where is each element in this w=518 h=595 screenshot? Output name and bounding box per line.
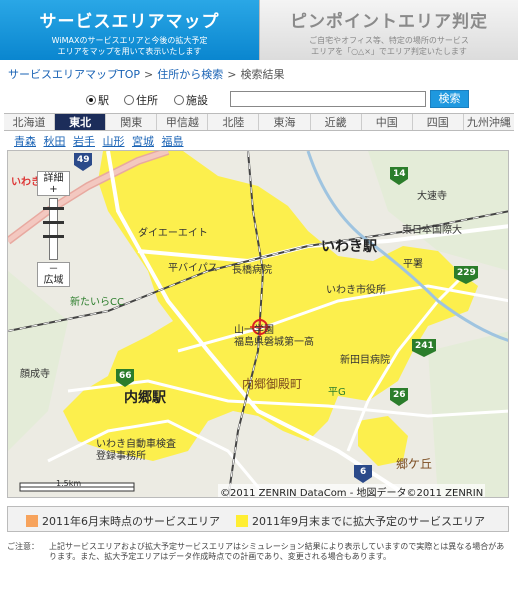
pref-link-miyagi[interactable]: 宮城	[132, 135, 154, 148]
map-label-uchigo-goten: 内郷御殿町	[242, 377, 303, 391]
pref-link-aomori[interactable]: 青森	[14, 135, 36, 148]
zoom-slider-handle[interactable]	[43, 207, 64, 210]
map-label-shintaira-cc: 新たいらCC	[70, 297, 124, 308]
route-number: 49	[77, 155, 90, 165]
route-number: 26	[393, 390, 406, 400]
pref-link-iwate[interactable]: 岩手	[73, 135, 95, 148]
scale-label: 1.5km	[56, 479, 82, 488]
map-label-golf: 平G	[328, 387, 346, 398]
route-number: 241	[415, 341, 434, 351]
map-label-uchigo-station[interactable]: 内郷駅	[124, 387, 166, 407]
radio-label: 駅	[98, 94, 109, 107]
region-tab-hokuriku[interactable]: 北陸	[208, 114, 260, 130]
map-copyright: ©2011 ZENRIN DataCom - 地図データ©2011 ZENRIN	[218, 484, 486, 497]
pref-link-akita[interactable]: 秋田	[44, 135, 66, 148]
region-tab-chugoku[interactable]: 中国	[362, 114, 413, 130]
region-tab-kyushu-okinawa[interactable]: 九州沖縄	[464, 114, 514, 130]
radio-facility[interactable]: 施設	[174, 92, 208, 108]
region-tab-shikoku[interactable]: 四国	[413, 114, 464, 130]
radio-label: 住所	[136, 94, 158, 107]
tab-service-area-map[interactable]: サービスエリアマップ WiMAXのサービスエリアと今後の拡大予定 エリアをマップ…	[0, 0, 259, 60]
search-input[interactable]	[230, 91, 426, 107]
breadcrumb: サービスエリアマップTOP > 住所から検索 > 検索結果	[8, 66, 284, 82]
tab-title: サービスエリアマップ	[39, 12, 220, 32]
legend-item-current: 2011年6月末時点のサービスエリア	[26, 513, 220, 529]
route-number: 229	[457, 268, 476, 278]
map-label-city-hall: いわき市役所	[326, 285, 386, 296]
legend-label: 2011年6月末時点のサービスエリア	[42, 515, 220, 528]
region-tab-kanto[interactable]: 関東	[106, 114, 158, 130]
map-label-daiei: ダイエーエイト	[138, 228, 208, 239]
radio-dot[interactable]	[174, 95, 184, 105]
breadcrumb-separator: >	[144, 68, 154, 81]
map-label-shinden-hospital: 新田目病院	[340, 355, 390, 366]
zoom-slider-tick	[43, 235, 64, 238]
breadcrumb-link-top[interactable]: サービスエリアマップTOP	[8, 68, 140, 81]
map-label-school: 福島県磐城第一高	[234, 337, 314, 348]
breadcrumb-separator: >	[227, 68, 237, 81]
plus-icon: +	[49, 184, 58, 195]
radio-station[interactable]: 駅	[86, 92, 109, 108]
tab-subtitle-line2: エリアをマップを用いて表示いたします	[57, 47, 202, 56]
map-label-university: 東日本国際大	[402, 225, 462, 236]
map-label-police: 平署	[403, 259, 423, 270]
region-tab-tokai[interactable]: 東海	[259, 114, 311, 130]
map-label-nagahashi-hospital: 長橋病院	[232, 265, 272, 276]
zoom-control: 詳細 + － 広域	[37, 171, 70, 289]
zoom-slider-tick	[43, 221, 64, 224]
zoom-out-button[interactable]: － 広域	[37, 262, 70, 287]
legend-swatch-yellow	[236, 515, 248, 527]
route-number: 66	[119, 371, 132, 381]
region-tab-kinki[interactable]: 近畿	[311, 114, 362, 130]
map-label-registration: 登録事務所	[96, 451, 146, 462]
top-tabs: サービスエリアマップ WiMAXのサービスエリアと今後の拡大予定 エリアをマップ…	[0, 0, 518, 60]
zoom-in-label: 詳細	[43, 173, 64, 184]
pref-link-fukushima[interactable]: 福島	[162, 135, 184, 148]
radio-dot[interactable]	[86, 95, 96, 105]
tab-subtitle-line2: エリアを「○△×」でエリア判定いたします	[311, 47, 467, 56]
route-number: 6	[360, 467, 367, 477]
breadcrumb-current: 検索結果	[240, 68, 285, 81]
region-tab-tohoku[interactable]: 東北	[55, 114, 107, 130]
map-label-iwaki-station[interactable]: いわき駅	[321, 236, 377, 256]
note-label: ご注意：	[7, 542, 39, 551]
map-label-kyo-go: 郷ケ丘	[396, 457, 433, 471]
note-text: 上記サービスエリアおよび拡大予定サービスエリアはシミュレーション結果により表示し…	[49, 542, 505, 561]
map-label-temple-2: 顔成寺	[20, 369, 50, 380]
legend: 2011年6月末時点のサービスエリア 2011年9月末までに拡大予定のサービスエ…	[7, 506, 509, 532]
map-label-taira-bypass: 平バイパス	[168, 263, 218, 274]
search-form: 駅 住所 施設 検索	[0, 90, 518, 112]
minus-icon: －	[48, 264, 59, 275]
tab-subtitle-line1: ご自宅やオフィス等、特定の場所のサービス	[309, 36, 469, 45]
tab-pinpoint-area[interactable]: ピンポイントエリア判定 ご自宅やオフィス等、特定の場所のサービス エリアを「○△…	[259, 0, 518, 60]
legend-swatch-orange	[26, 515, 38, 527]
pref-link-yamagata[interactable]: 山形	[103, 135, 125, 148]
legend-item-planned: 2011年9月末までに拡大予定のサービスエリア	[236, 513, 485, 529]
zoom-in-button[interactable]: 詳細 +	[37, 171, 70, 196]
route-number: 14	[393, 169, 406, 179]
legend-label: 2011年9月末までに拡大予定のサービスエリア	[252, 515, 485, 528]
radio-label: 施設	[186, 94, 208, 107]
radio-dot[interactable]	[124, 95, 134, 105]
prefecture-links: 青森 秋田 岩手 山形 宮城 福島	[14, 133, 188, 149]
region-tab-hokkaido[interactable]: 北海道	[4, 114, 56, 130]
search-button[interactable]: 検索	[430, 90, 469, 108]
zoom-out-label: 広域	[43, 275, 64, 286]
breadcrumb-link-address-search[interactable]: 住所から検索	[157, 68, 223, 81]
tab-title: ピンポイントエリア判定	[290, 12, 488, 32]
region-tabs: 北海道 東北 関東 甲信越 北陸 東海 近畿 中国 四国 九州沖縄	[4, 113, 514, 131]
tab-subtitle-line1: WiMAXのサービスエリアと今後の拡大予定	[51, 36, 208, 45]
map-label-temple: 大速寺	[417, 191, 447, 202]
radio-address[interactable]: 住所	[124, 92, 158, 108]
region-tab-koshinetsu[interactable]: 甲信越	[157, 114, 209, 130]
coverage-map[interactable]: 49 66 6 26 229 241 14 いわき駅 内郷駅 いわき市役所 平バ…	[7, 150, 509, 498]
